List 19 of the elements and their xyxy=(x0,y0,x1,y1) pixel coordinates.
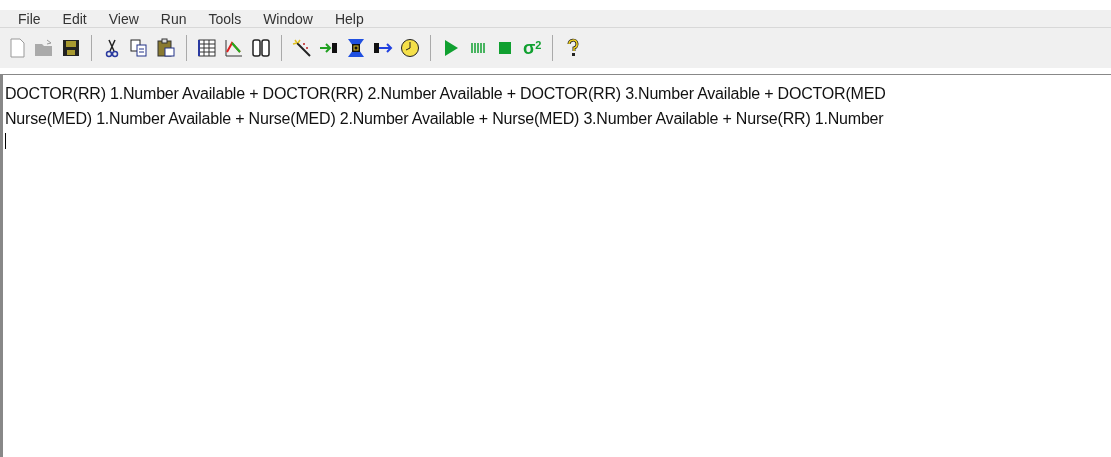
table-icon[interactable] xyxy=(196,37,218,59)
magic-wand-icon[interactable] xyxy=(291,37,313,59)
text-cursor xyxy=(5,133,6,149)
menu-item[interactable]: Help xyxy=(334,11,364,26)
menu-item[interactable]: Run xyxy=(160,11,187,26)
clipboard-icon[interactable] xyxy=(155,37,177,59)
clock-icon[interactable] xyxy=(399,37,421,59)
menu-item[interactable]: Window xyxy=(263,11,313,26)
menu-item[interactable]: View xyxy=(108,11,139,26)
copy-icon[interactable] xyxy=(128,37,150,59)
editor-line: DOCTOR(RR) 1.Number Available + DOCTOR(RR) 2.Number Available + DOCTOR(RR) 3.Number Available + DOCTOR(MED xyxy=(5,84,886,104)
editor-line: Nurse(MED) 1.Number Available + Nurse(MED) 2.Number Available + Nurse(MED) 3.Number Available + Nurse(RR) 1.Number xyxy=(5,109,884,129)
book-icon[interactable] xyxy=(250,37,272,59)
hourglass-icon[interactable] xyxy=(345,37,367,59)
line-chart-icon[interactable] xyxy=(223,37,245,59)
text-editor[interactable] xyxy=(0,74,1111,457)
menu-item[interactable]: Tools xyxy=(208,11,242,26)
menu-item[interactable]: File xyxy=(18,11,41,26)
menu-item[interactable]: Edit xyxy=(62,11,87,26)
